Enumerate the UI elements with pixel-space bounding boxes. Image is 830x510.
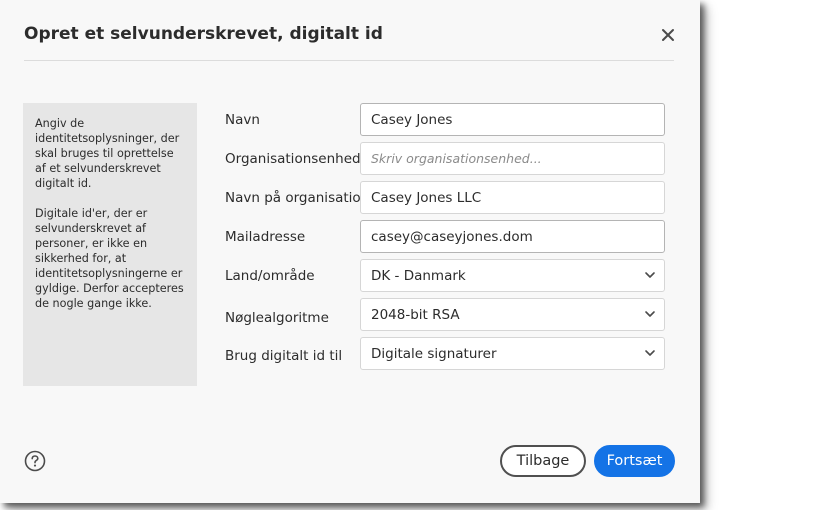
name-input[interactable] [360, 103, 665, 136]
use-for-select[interactable]: Digitale signaturer [360, 337, 665, 370]
close-icon [662, 29, 674, 41]
back-button[interactable]: Tilbage [500, 445, 586, 477]
continue-button[interactable]: Fortsæt [594, 445, 675, 477]
org-unit-input[interactable] [360, 142, 665, 175]
email-input[interactable] [360, 220, 665, 253]
org-name-label: Navn på organisation [225, 190, 370, 206]
country-select-value: DK - Danmark [371, 268, 466, 284]
dialog-title: Opret et selvunderskrevet, digitalt id [24, 24, 383, 44]
create-digital-id-dialog: Opret et selvunderskrevet, digitalt id A… [0, 0, 700, 503]
name-label: Navn [225, 112, 260, 128]
key-algorithm-select-value: 2048-bit RSA [371, 307, 460, 323]
info-panel: Angiv de identitetsoplysninger, der skal… [23, 103, 197, 386]
close-button[interactable] [657, 24, 679, 46]
country-label: Land/område [225, 268, 315, 284]
org-unit-label: Organisationsenhed [225, 151, 361, 167]
key-algorithm-select[interactable]: 2048-bit RSA [360, 298, 665, 331]
help-icon [24, 450, 46, 472]
chevron-down-icon [645, 272, 655, 278]
country-select[interactable]: DK - Danmark [360, 259, 665, 292]
use-for-select-value: Digitale signaturer [371, 346, 497, 362]
info-paragraph-1: Angiv de identitetsoplysninger, der skal… [35, 117, 180, 190]
org-name-input[interactable] [360, 181, 665, 214]
title-divider [24, 60, 674, 61]
chevron-down-icon [645, 350, 655, 356]
use-for-label: Brug digitalt id til [225, 348, 343, 364]
help-button[interactable] [24, 450, 46, 472]
email-label: Mailadresse [225, 229, 306, 245]
info-paragraph-2: Digitale id'er, der er selvunderskrevet … [35, 207, 184, 310]
key-algorithm-label: Nøglealgoritme [225, 310, 329, 326]
chevron-down-icon [645, 311, 655, 317]
